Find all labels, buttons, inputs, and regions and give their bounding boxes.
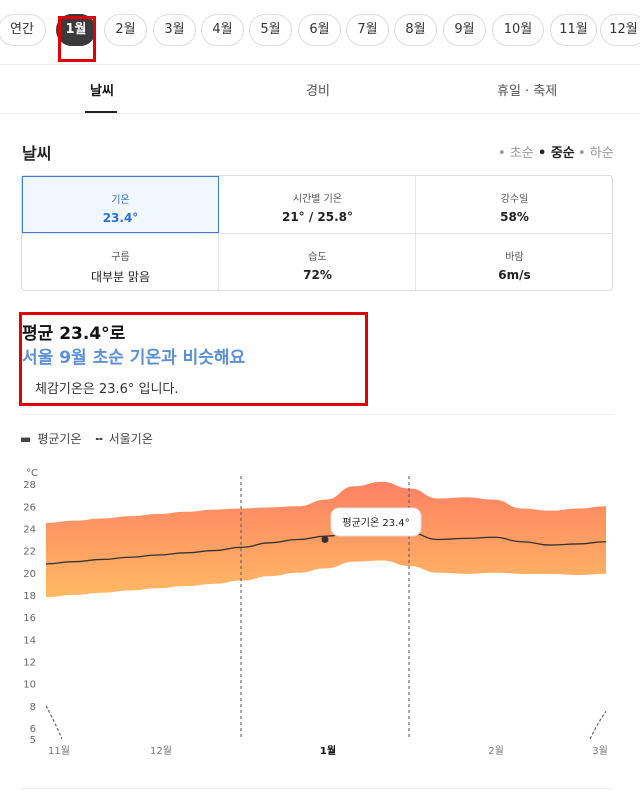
seoul-temperature-line (589, 710, 607, 740)
y-tick-label: 16 (23, 613, 36, 624)
divider (20, 788, 613, 789)
y-tick-label: 22 (23, 547, 36, 558)
y-tick-label: 10 (23, 680, 36, 691)
x-tick-label: 12월 (150, 745, 172, 757)
seoul-temperature-line (45, 705, 63, 740)
y-unit-label: °C (26, 468, 38, 479)
x-tick-label: 11월 (48, 745, 70, 757)
x-tick-label: 3월 (592, 745, 608, 757)
temperature-chart: °C28 26 24 22 20 18 16 14 12 10 8 65 평균기온 23.4° 11월 12… (23, 468, 608, 757)
y-tick-label: 6 (30, 724, 36, 735)
x-tick-label: 1월 (320, 745, 336, 757)
y-tick-label: 26 (23, 502, 36, 513)
tooltip-text: 평균기온 23.4° (342, 517, 409, 529)
y-tick-label: 24 (23, 524, 36, 535)
y-tick-label: 8 (30, 702, 36, 713)
average-point-marker (321, 536, 329, 543)
y-tick-label: 5 (30, 735, 36, 746)
y-tick-label: 28 (23, 480, 36, 491)
x-tick-label: 2월 (488, 745, 504, 757)
y-tick-label: 14 (23, 635, 36, 646)
y-tick-label: 20 (23, 569, 36, 580)
y-tick-label: 12 (23, 657, 36, 668)
y-tick-label: 18 (23, 591, 36, 602)
